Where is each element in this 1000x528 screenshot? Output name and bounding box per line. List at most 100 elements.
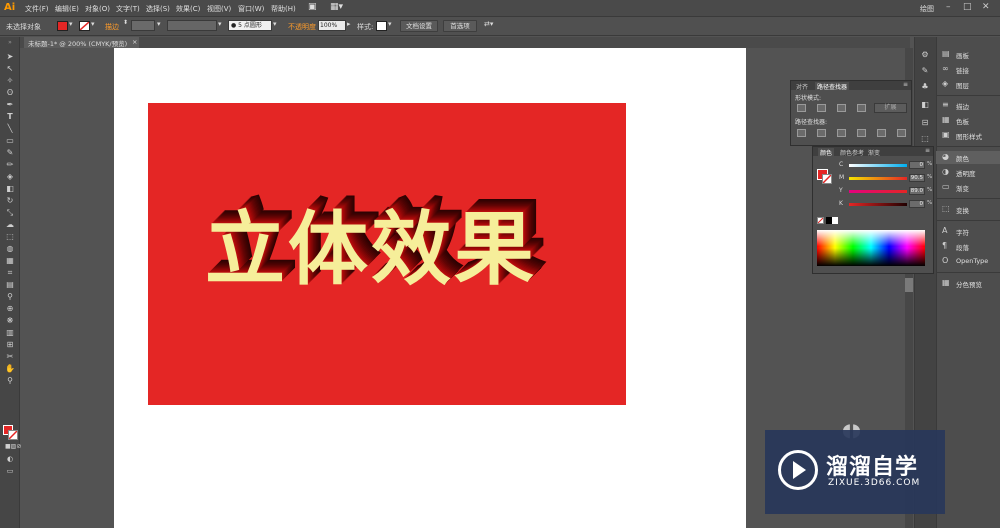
dock-item-paragraph[interactable]: ¶ 段落 xyxy=(936,240,1000,253)
dock-item-transparency[interactable]: ◑ 透明度 xyxy=(936,166,1000,179)
menu-object[interactable]: 对象(O) xyxy=(85,4,110,14)
expand-button[interactable]: 扩展 xyxy=(874,103,907,113)
dock-item-stroke[interactable]: ≡ 描边 xyxy=(936,99,1000,112)
shape-builder-tool-icon[interactable]: ◍ xyxy=(5,245,15,253)
crop-icon[interactable] xyxy=(857,129,866,137)
minus-back-icon[interactable] xyxy=(897,129,906,137)
scale-tool-icon[interactable]: ⤡ xyxy=(5,209,15,217)
symbols-icon[interactable]: ♣ xyxy=(919,82,931,92)
dock-item-gradient[interactable]: ▭ 渐变 xyxy=(936,181,1000,194)
selection-tool-icon[interactable]: ➤ xyxy=(5,53,15,61)
stroke-stepper-icon[interactable]: ⬍ xyxy=(123,19,128,26)
dock-item-transform[interactable]: ⬚ 变换 xyxy=(936,203,1000,216)
menu-view[interactable]: 视图(V) xyxy=(207,4,231,14)
menu-effect[interactable]: 效果(C) xyxy=(176,4,200,14)
mesh-tool-icon[interactable]: ⌗ xyxy=(5,269,15,277)
tab-pathfinder[interactable]: 路径查找器 xyxy=(815,82,850,91)
channel-slider-y[interactable] xyxy=(849,190,907,193)
gear-icon[interactable]: ⚙ xyxy=(919,50,931,60)
pen-tool-icon[interactable]: ✒ xyxy=(5,101,15,109)
dock-item-artboards[interactable]: ▤ 画板 xyxy=(936,48,1000,61)
opacity-field[interactable]: 100% xyxy=(318,20,346,31)
gradient-tool-icon[interactable]: ▤ xyxy=(5,281,15,289)
close-tab-button[interactable]: × xyxy=(132,38,137,46)
brushes-icon[interactable]: ✎ xyxy=(919,66,931,76)
arrange-icon[interactable]: ⇄▾ xyxy=(484,20,493,28)
menu-edit[interactable]: 编辑(E) xyxy=(55,4,79,14)
color-mode-icons[interactable]: ■▨⊘ xyxy=(5,443,21,451)
maximize-button[interactable]: □ xyxy=(963,2,972,12)
screen-mode-icon[interactable]: ▭ xyxy=(5,467,15,475)
free-transform-tool-icon[interactable]: ⬚ xyxy=(5,233,15,241)
type-tool-icon[interactable]: T xyxy=(5,113,15,121)
slice-tool-icon[interactable]: ✂ xyxy=(5,353,15,361)
menu-help[interactable]: 帮助(H) xyxy=(271,4,296,14)
document-tab[interactable]: 未标题-1* @ 200% (CMYK/预览) × xyxy=(24,37,139,48)
direct-selection-tool-icon[interactable]: ↖ xyxy=(5,65,15,73)
chevron-down-icon[interactable]: ▾ xyxy=(91,20,95,28)
paintbrush-tool-icon[interactable]: ✎ xyxy=(5,149,15,157)
dock-item-opentype[interactable]: O OpenType xyxy=(936,255,1000,268)
symbol-sprayer-tool-icon[interactable]: ❋ xyxy=(5,317,15,325)
dock-item-character[interactable]: A 字符 xyxy=(936,225,1000,238)
channel-slider-m[interactable] xyxy=(849,177,907,180)
channel-slider-k[interactable] xyxy=(849,203,907,206)
dock-item-graphic-styles[interactable]: ▣ 图形样式 xyxy=(936,129,1000,142)
channel-value-c[interactable]: 0 xyxy=(909,161,925,169)
fill-color-swatch[interactable] xyxy=(57,21,68,31)
trim-icon[interactable] xyxy=(817,129,826,137)
variable-width-profile[interactable] xyxy=(167,20,217,31)
bridge-icon[interactable]: ▣ xyxy=(308,2,317,12)
menu-type[interactable]: 文字(T) xyxy=(116,4,140,14)
magic-wand-tool-icon[interactable]: ✧ xyxy=(5,77,15,85)
color-spectrum[interactable] xyxy=(817,230,925,266)
perspective-grid-tool-icon[interactable]: ▦ xyxy=(5,257,15,265)
rectangle-tool-icon[interactable]: ▭ xyxy=(5,137,15,145)
minimize-button[interactable]: – xyxy=(946,2,951,12)
unite-icon[interactable] xyxy=(797,104,806,112)
chevron-down-icon[interactable]: ▾ xyxy=(69,20,73,28)
chevron-down-icon[interactable]: ▾ xyxy=(218,20,222,28)
stroke-weight-field[interactable] xyxy=(131,20,155,31)
minus-front-icon[interactable] xyxy=(817,104,826,112)
drawing-mode-icon[interactable]: ◐ xyxy=(5,455,15,463)
intersect-icon[interactable] xyxy=(837,104,846,112)
tab-color[interactable]: 颜色 xyxy=(818,148,835,157)
stroke-label[interactable]: 描边 xyxy=(105,22,119,32)
chevron-right-icon[interactable]: ▸ xyxy=(347,20,351,28)
transform-icon[interactable]: ⬚ xyxy=(919,134,931,144)
arrange-documents-icon[interactable]: ▦▾ xyxy=(330,2,343,12)
tab-color-guide[interactable]: 颜色参考 xyxy=(840,148,864,157)
dock-item-swatches[interactable]: ▦ 色板 xyxy=(936,114,1000,127)
pathfinder-icon[interactable]: ◧ xyxy=(919,100,931,110)
dock-item-separations[interactable]: ▦ 分色预览 xyxy=(936,277,1000,290)
document-setup-button[interactable]: 文档设置 xyxy=(400,20,438,32)
zoom-tool-icon[interactable]: ⚲ xyxy=(5,377,15,385)
line-tool-icon[interactable]: ╲ xyxy=(5,125,15,133)
channel-slider-c[interactable] xyxy=(849,164,907,167)
eyedropper-tool-icon[interactable]: ⚲ xyxy=(5,293,15,301)
align-icon[interactable]: ⊟ xyxy=(919,118,931,128)
column-graph-tool-icon[interactable]: ▥ xyxy=(5,329,15,337)
blob-brush-tool-icon[interactable]: ◈ xyxy=(5,173,15,181)
panel-collapse-icon[interactable]: » xyxy=(5,39,15,47)
tab-gradient[interactable]: 渐变 xyxy=(868,148,880,157)
eraser-tool-icon[interactable]: ◧ xyxy=(5,185,15,193)
hand-tool-icon[interactable]: ✋ xyxy=(5,365,15,373)
panel-menu-icon[interactable]: ≡ xyxy=(925,147,930,154)
tab-align[interactable]: 对齐 xyxy=(796,82,808,91)
menu-window[interactable]: 窗口(W) xyxy=(238,4,264,14)
lasso-tool-icon[interactable]: ʘ xyxy=(5,89,15,97)
dock-item-color[interactable]: ◕ 颜色 xyxy=(936,151,1000,164)
preferences-button[interactable]: 首选项 xyxy=(443,20,477,32)
stroke-swatch[interactable] xyxy=(8,430,18,440)
brush-definition[interactable]: ● 5 点圆形 xyxy=(228,20,272,31)
divide-icon[interactable] xyxy=(797,129,806,137)
chevron-down-icon[interactable]: ▾ xyxy=(157,20,161,28)
color-stroke-swatch[interactable] xyxy=(822,174,832,184)
menu-select[interactable]: 选择(S) xyxy=(146,4,170,14)
channel-c[interactable]: C 0 % xyxy=(839,161,932,170)
stroke-color-swatch[interactable] xyxy=(79,21,90,31)
channel-k[interactable]: K 0 % xyxy=(839,200,932,209)
close-window-button[interactable]: ✕ xyxy=(982,2,990,12)
